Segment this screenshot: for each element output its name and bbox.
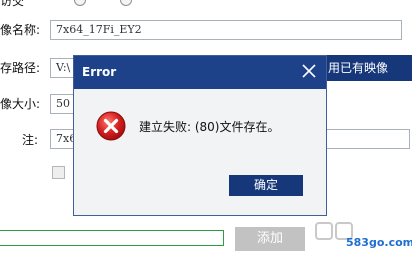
ok-button[interactable]: 确定 xyxy=(229,175,303,196)
error-icon xyxy=(96,111,126,141)
dialog-title: Error xyxy=(82,65,117,79)
note-label: 注: xyxy=(22,133,39,147)
image-name-field[interactable]: 7x64_17Fi_EY2 xyxy=(50,20,402,40)
radio-option-1[interactable] xyxy=(74,0,86,6)
storage-path-label: 存路径: xyxy=(0,61,41,75)
error-dialog: Error 建立失败: (80)文件存在。 确定 xyxy=(73,55,327,216)
top-row-label: 访交 xyxy=(0,0,25,8)
error-message: 建立失败: (80)文件存在。 xyxy=(139,120,280,134)
add-button[interactable]: 添加 xyxy=(235,227,305,251)
progress-bar xyxy=(0,230,224,246)
dialog-title-bar[interactable]: Error xyxy=(74,56,326,89)
radio-option-2[interactable] xyxy=(120,0,132,6)
image-name-label: 像名称: xyxy=(0,23,41,37)
close-icon[interactable] xyxy=(300,62,318,80)
option-checkbox[interactable] xyxy=(52,166,65,179)
watermark-text: 583go.com xyxy=(346,236,412,249)
watermark-logo: 583go.com xyxy=(310,217,412,257)
image-size-label: 像大小: xyxy=(0,97,41,111)
